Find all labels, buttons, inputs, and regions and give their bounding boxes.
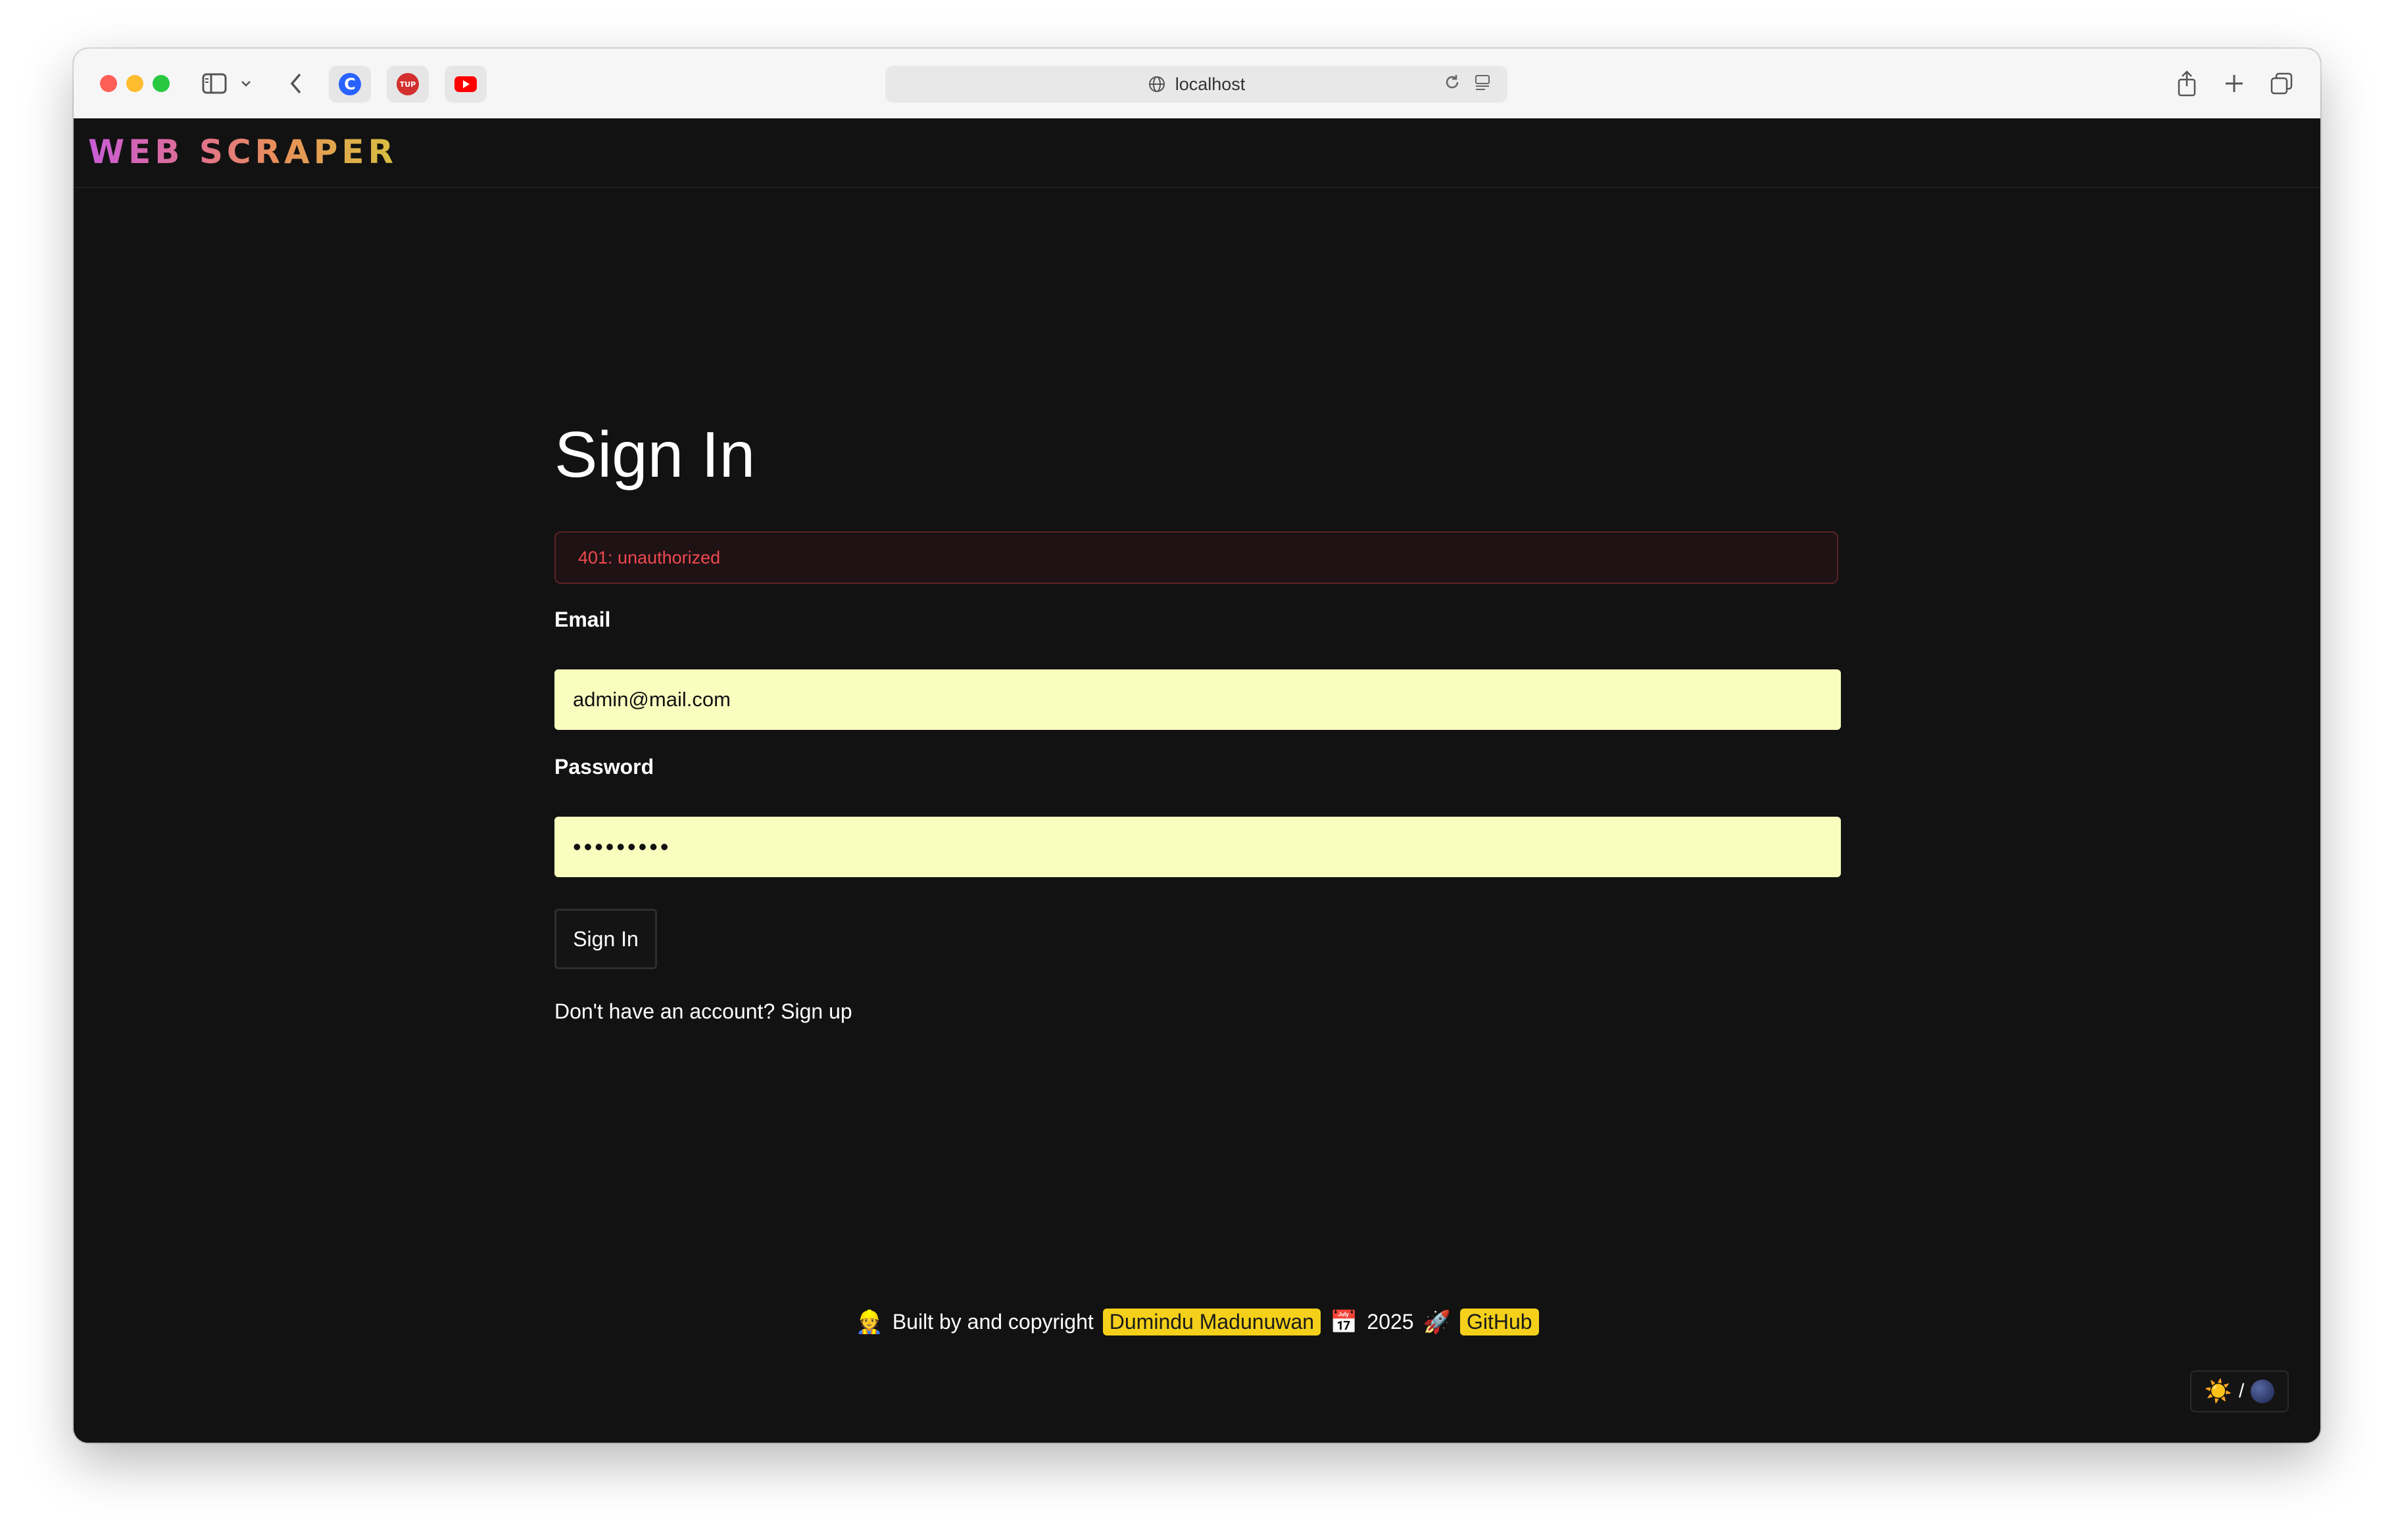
signup-prompt-text: Don't have an account? bbox=[554, 999, 775, 1023]
author-link[interactable]: Dumindu Madunuwan bbox=[1102, 1309, 1321, 1335]
email-field[interactable] bbox=[554, 669, 1841, 730]
email-label: Email bbox=[554, 608, 611, 631]
favorite-tab-tup[interactable]: TUP bbox=[387, 66, 429, 103]
reload-icon[interactable] bbox=[1443, 73, 1461, 96]
browser-window: C TUP localhost WEB SCRAPER Sign In 401:… bbox=[74, 49, 2320, 1443]
back-arrow-icon[interactable] bbox=[284, 68, 308, 99]
favorite-tab-youtube[interactable] bbox=[445, 66, 487, 103]
site-logo[interactable]: WEB SCRAPER bbox=[88, 133, 397, 171]
globe-icon bbox=[1148, 75, 1166, 93]
footer-built-text: Built by and copyright bbox=[892, 1310, 1094, 1334]
minimize-window-button[interactable] bbox=[126, 75, 143, 92]
page-title: Sign In bbox=[554, 418, 756, 491]
c-icon: C bbox=[339, 73, 361, 95]
sign-in-button[interactable]: Sign In bbox=[554, 909, 657, 969]
address-bar[interactable]: localhost bbox=[885, 66, 1507, 103]
url-text: localhost bbox=[1175, 74, 1246, 94]
signup-prompt: Don't have an account? Sign up bbox=[554, 999, 852, 1024]
new-tab-icon[interactable] bbox=[2219, 68, 2249, 99]
footer: 👷 Built by and copyright Dumindu Madunuw… bbox=[74, 1309, 2320, 1335]
theme-toggle[interactable]: ☀️ / bbox=[2190, 1370, 2289, 1412]
password-field[interactable] bbox=[554, 817, 1841, 877]
sun-icon[interactable]: ☀️ bbox=[2205, 1378, 2232, 1405]
sidebar-toggle-icon[interactable] bbox=[200, 68, 229, 99]
moon-icon[interactable] bbox=[2251, 1380, 2275, 1403]
tab-overview-icon[interactable] bbox=[2266, 68, 2297, 99]
rocket-emoji-icon: 🚀 bbox=[1423, 1309, 1451, 1335]
chevron-down-icon[interactable] bbox=[238, 68, 254, 99]
footer-year: 2025 bbox=[1367, 1310, 1414, 1334]
error-message: 401: unauthorized bbox=[578, 547, 721, 567]
svg-text:C: C bbox=[344, 75, 356, 93]
navbar: WEB SCRAPER bbox=[74, 118, 2320, 188]
theme-separator: / bbox=[2239, 1380, 2245, 1402]
svg-text:TUP: TUP bbox=[400, 80, 416, 89]
share-icon[interactable] bbox=[2172, 68, 2202, 99]
close-window-button[interactable] bbox=[100, 75, 117, 92]
page: WEB SCRAPER Sign In 401: unauthorized Em… bbox=[74, 118, 2320, 1443]
signup-link[interactable]: Sign up bbox=[781, 999, 852, 1023]
youtube-icon bbox=[454, 76, 477, 92]
github-link[interactable]: GitHub bbox=[1459, 1309, 1539, 1335]
builder-emoji-icon: 👷 bbox=[855, 1309, 883, 1335]
favorite-tab-c[interactable]: C bbox=[329, 66, 371, 103]
maximize-window-button[interactable] bbox=[153, 75, 170, 92]
tup-icon: TUP bbox=[397, 73, 419, 95]
reader-mode-icon[interactable] bbox=[1473, 73, 1492, 96]
browser-titlebar: C TUP localhost bbox=[74, 49, 2320, 120]
error-alert: 401: unauthorized bbox=[554, 531, 1838, 584]
password-label: Password bbox=[554, 755, 654, 779]
calendar-emoji-icon: 📅 bbox=[1330, 1309, 1358, 1335]
